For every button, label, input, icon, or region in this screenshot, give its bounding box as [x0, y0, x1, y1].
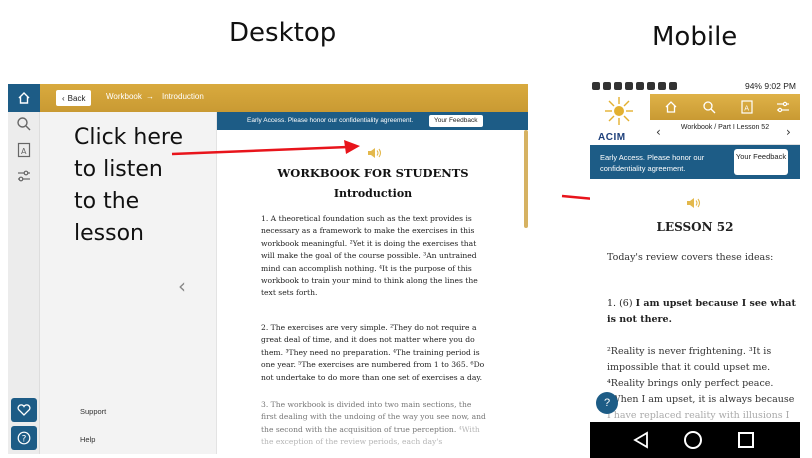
breadcrumb-workbook[interactable]: Workbook — [106, 92, 142, 101]
search-icon[interactable] — [16, 116, 32, 132]
red-arrow-desktop — [171, 140, 360, 156]
breadcrumb-arrow-icon: → — [146, 92, 154, 101]
recent-apps-icon[interactable] — [738, 432, 754, 448]
mobile-feedback-button[interactable]: Your Feedback — [734, 149, 788, 175]
notification-icon — [603, 82, 611, 90]
callout-line: Click here — [74, 125, 183, 150]
settings-sliders-icon[interactable] — [776, 100, 790, 114]
back-label: Back — [67, 93, 86, 103]
mobile-early-access-text: Early Access. Please honor our confident… — [600, 153, 705, 173]
support-button[interactable] — [11, 398, 37, 422]
early-access-text: Early Access. Please honor our confident… — [247, 117, 414, 124]
mobile-heading: Mobile — [652, 22, 738, 52]
home-button[interactable] — [8, 84, 40, 112]
paragraph-text: The workbook is divided into two main se… — [261, 400, 486, 434]
desktop-top-bar: ‹ Back Workbook → Introduction — [40, 84, 528, 112]
mobile-toolbar: A — [650, 94, 800, 120]
status-icons — [592, 82, 677, 90]
status-bar: 94% 9:02 PM — [590, 80, 800, 94]
acim-logo[interactable]: ACIM — [590, 94, 650, 145]
paragraph-number: 1. — [261, 214, 269, 223]
idea-text: I am upset because I see what is not the… — [607, 298, 796, 325]
notification-icon — [614, 82, 622, 90]
lesson-title: LESSON 52 — [656, 220, 734, 234]
callout-line: lesson — [74, 221, 144, 246]
desktop-icon-rail: A ? — [8, 84, 40, 454]
svg-text:?: ? — [22, 434, 27, 444]
home-icon — [18, 92, 30, 104]
speaker-icon[interactable] — [367, 147, 383, 159]
svg-text:A: A — [744, 105, 749, 113]
mobile-early-access-banner: Early Access. Please honor our confident… — [590, 145, 800, 179]
text-size-icon[interactable]: A — [740, 100, 754, 114]
text-size-icon[interactable]: A — [16, 142, 32, 158]
home-icon[interactable] — [664, 100, 678, 114]
paragraph: 2. The exercises are very simple. ²They … — [261, 322, 487, 384]
mobile-breadcrumb-bar: ‹ Workbook / Part I Lesson 52 › — [650, 120, 800, 145]
speaker-icon[interactable] — [686, 197, 702, 209]
help-icon[interactable]: ? — [596, 392, 618, 414]
back-button[interactable]: ‹ Back — [56, 90, 92, 106]
support-label[interactable]: Support — [80, 407, 106, 416]
help-icon: ? — [17, 431, 31, 445]
desktop-left-panel: Click here to listen to the lesson ‹ Sup… — [40, 112, 216, 454]
system-nav-bar — [590, 422, 800, 458]
page-title: WORKBOOK FOR STUDENTS — [277, 166, 469, 180]
paragraph-text: The exercises are very simple. ²They do … — [261, 323, 485, 382]
notification-icon — [592, 82, 600, 90]
instruction-callout: Click here to listen to the lesson — [74, 122, 183, 250]
settings-sliders-icon[interactable] — [16, 168, 32, 184]
search-icon[interactable] — [702, 100, 716, 114]
review-intro: Today's review covers these ideas: — [607, 252, 774, 263]
previous-lesson-icon[interactable]: ‹ — [656, 125, 661, 139]
notification-icon — [658, 82, 666, 90]
breadcrumb-current: Introduction — [162, 92, 204, 101]
paragraph-text: A theoretical foundation such as the tex… — [261, 214, 478, 298]
body-faded-text: I have replaced reality with illusions I — [607, 410, 790, 421]
body-text: ²Reality is never frightening. ³It is im… — [607, 346, 795, 405]
help-button[interactable]: ? — [11, 426, 37, 450]
paragraph-number: 3. — [261, 400, 269, 409]
status-battery-time: 94% 9:02 PM — [744, 81, 796, 91]
notification-icon — [625, 82, 633, 90]
paragraph: 1. A theoretical foundation such as the … — [261, 213, 487, 300]
early-access-banner: Early Access. Please honor our confident… — [217, 112, 528, 130]
mobile-screen: 94% 9:02 PM ACIM A ‹ Workbook / Part I L… — [590, 80, 800, 458]
callout-line: to listen — [74, 157, 163, 182]
next-lesson-icon[interactable]: › — [786, 125, 791, 139]
paragraph: 3. The workbook is divided into two main… — [261, 399, 487, 449]
notification-icon — [669, 82, 677, 90]
notification-icon — [647, 82, 655, 90]
paragraph-number: 2. — [261, 323, 269, 332]
logo-text: ACIM — [598, 132, 626, 143]
callout-line: to the — [74, 189, 140, 214]
notification-icon — [636, 82, 644, 90]
desktop-reader: Early Access. Please honor our confident… — [216, 112, 528, 454]
desktop-heading: Desktop — [229, 18, 337, 48]
page-subtitle: Introduction — [333, 187, 413, 200]
help-label[interactable]: Help — [80, 435, 95, 444]
review-idea: 1. (6) I am upset because I see what is … — [607, 296, 797, 328]
back-triangle-icon[interactable] — [632, 431, 650, 449]
previous-page-icon[interactable]: ‹ — [178, 274, 186, 298]
idea-number: 1. (6) — [607, 298, 633, 309]
heart-icon — [17, 404, 31, 416]
feedback-button[interactable]: Your Feedback — [429, 115, 483, 127]
chevron-left-icon: ‹ — [62, 93, 65, 103]
sun-logo-icon — [605, 97, 633, 125]
svg-text:A: A — [21, 147, 27, 156]
home-circle-icon[interactable] — [684, 431, 702, 449]
lesson-body: ²Reality is never frightening. ³It is im… — [607, 344, 797, 424]
mobile-breadcrumb: Workbook / Part I Lesson 52 — [680, 124, 770, 131]
